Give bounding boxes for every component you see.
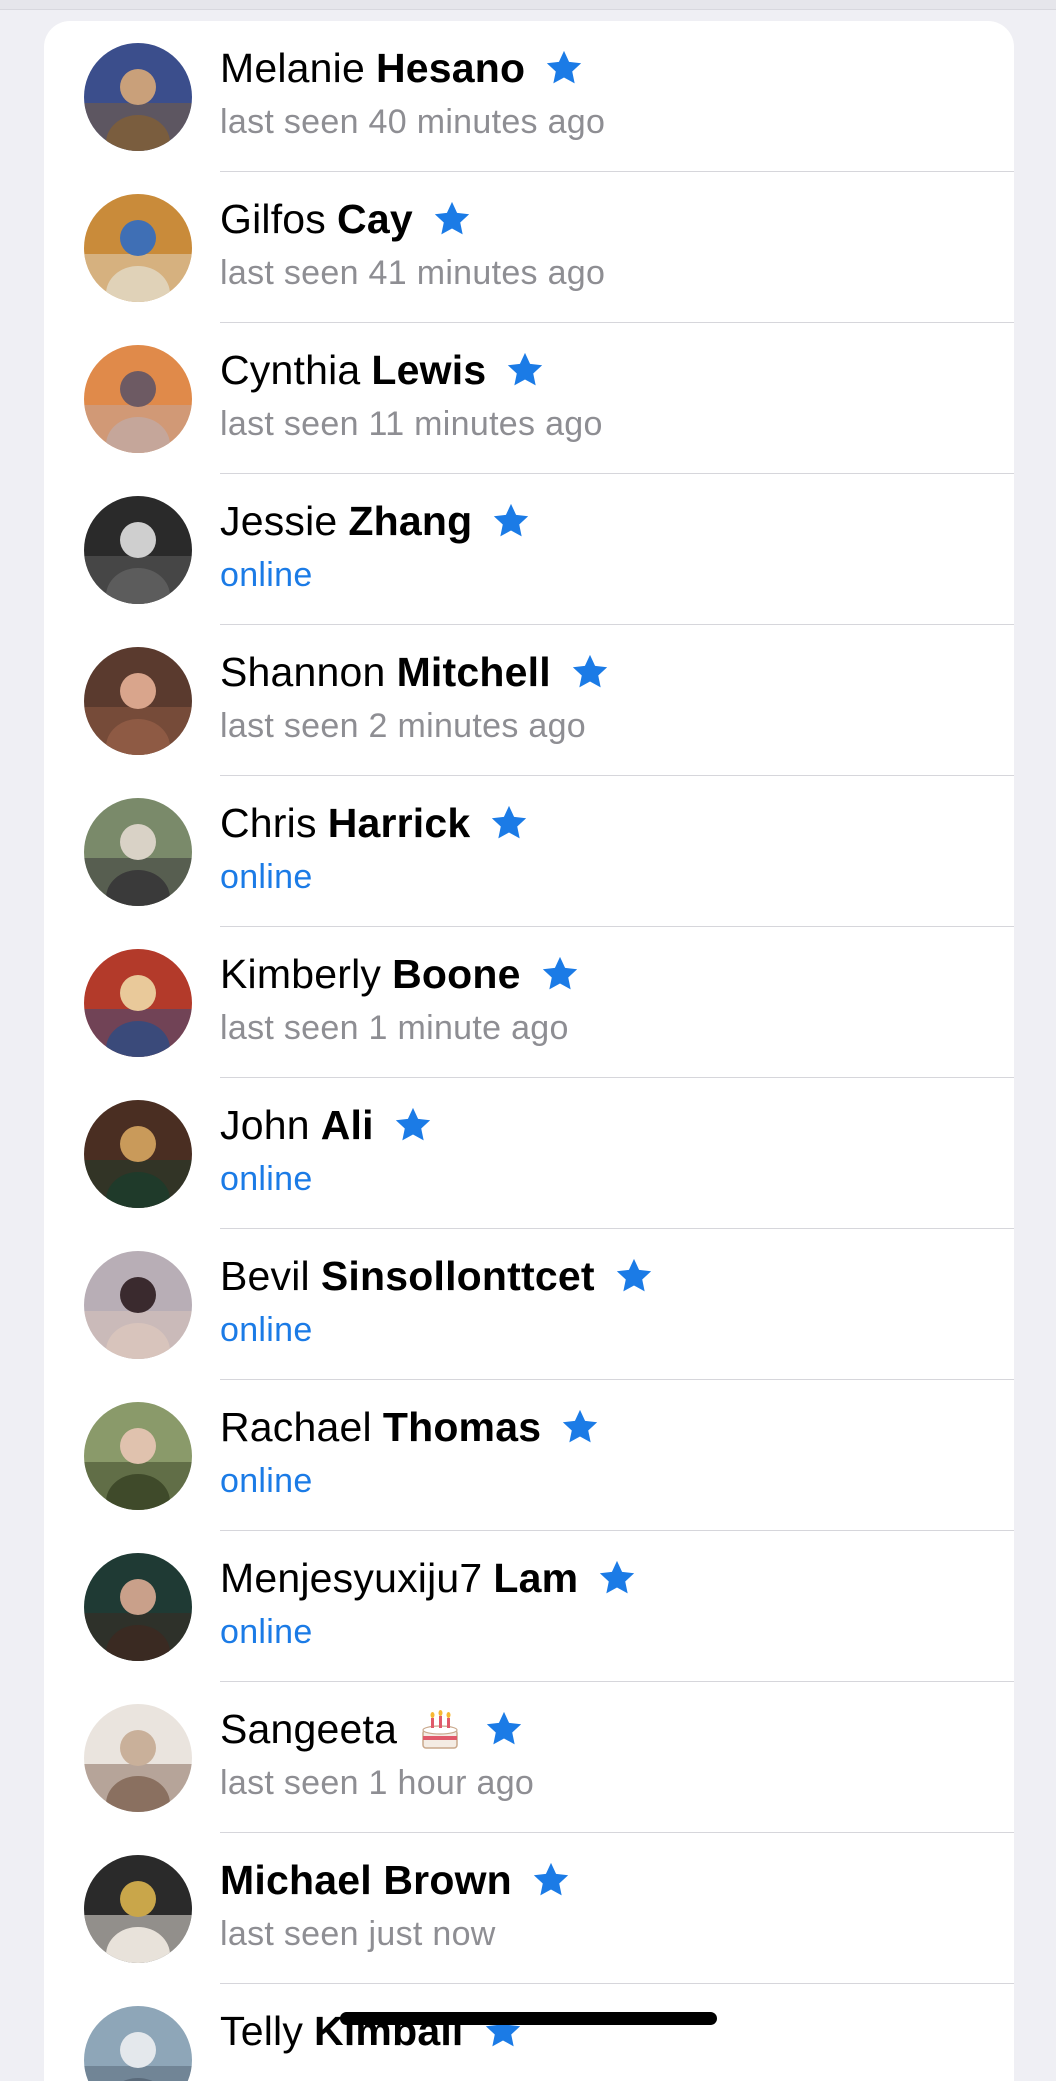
last-name: Zhang <box>348 497 473 544</box>
online-status: online <box>220 556 313 594</box>
last-name: Mitchell <box>396 648 551 695</box>
avatar[interactable] <box>84 2006 192 2081</box>
avatar[interactable] <box>84 1553 192 1661</box>
star-icon <box>569 651 611 693</box>
avatar[interactable] <box>84 1855 192 1963</box>
last-name: Hesano <box>375 44 526 91</box>
first-name: Bevil <box>220 1252 310 1299</box>
last-name: Michael Brown <box>220 1856 512 1903</box>
avatar[interactable] <box>84 798 192 906</box>
first-name: Sangeeta <box>220 1705 398 1752</box>
first-name: Shannon <box>220 648 386 695</box>
last-name: Lewis <box>371 346 487 393</box>
contact-row[interactable]: Menjesyuxiju7 Lam online <box>44 1531 1014 1682</box>
contact-row[interactable]: Bevil Sinsollonttcet online <box>44 1229 1014 1380</box>
contact-row[interactable]: Telly Kimball <box>44 1984 1014 2081</box>
star-icon <box>530 1859 572 1901</box>
contact-name: Jessie Zhang <box>220 497 532 545</box>
star-icon <box>392 1104 434 1146</box>
star-icon <box>488 802 530 844</box>
last-seen-status: last seen 41 minutes ago <box>220 254 606 292</box>
avatar[interactable] <box>84 496 192 604</box>
avatar[interactable] <box>84 1402 192 1510</box>
contact-name: Cynthia Lewis <box>220 346 546 394</box>
avatar[interactable] <box>84 1100 192 1208</box>
contact-row[interactable]: John Ali online <box>44 1078 1014 1229</box>
star-icon <box>483 1708 525 1750</box>
star-icon <box>613 1255 655 1297</box>
first-name: Menjesyuxiju7 <box>220 1554 483 1601</box>
cake-icon <box>415 1706 465 1752</box>
star-icon <box>543 47 585 89</box>
first-name: John <box>220 1101 310 1148</box>
contact-name: Gilfos Cay <box>220 195 473 243</box>
contact-name: Chris Harrick <box>220 799 530 847</box>
contact-row[interactable]: Chris Harrick online <box>44 776 1014 927</box>
last-seen-status: last seen just now <box>220 1915 496 1953</box>
first-name: Melanie <box>220 44 365 91</box>
star-icon <box>539 953 581 995</box>
last-name: Cay <box>337 195 413 242</box>
contact-row[interactable]: Kimberly Boone last seen 1 minute ago <box>44 927 1014 1078</box>
avatar[interactable] <box>84 1251 192 1359</box>
top-separator <box>0 0 1056 10</box>
first-name: Telly <box>220 2007 304 2054</box>
star-icon <box>504 349 546 391</box>
contact-row[interactable]: Jessie Zhang online <box>44 474 1014 625</box>
contact-row[interactable]: Gilfos Cay last seen 41 minutes ago <box>44 172 1014 323</box>
home-indicator[interactable] <box>340 2012 717 2025</box>
contact-name: Sangeeta <box>220 1705 525 1753</box>
avatar[interactable] <box>84 43 192 151</box>
first-name: Jessie <box>220 497 338 544</box>
contact-name: Menjesyuxiju7 Lam <box>220 1554 638 1602</box>
online-status: online <box>220 1160 313 1198</box>
contacts-list[interactable]: Melanie Hesano last seen 40 minutes ago Gil… <box>44 21 1014 2081</box>
online-status: online <box>220 1613 313 1651</box>
first-name: Rachael <box>220 1403 372 1450</box>
star-icon <box>490 500 532 542</box>
star-icon <box>559 1406 601 1448</box>
contact-row[interactable]: Michael Brown last seen just now <box>44 1833 1014 1984</box>
online-status: online <box>220 1462 313 1500</box>
last-name: Sinsollonttcet <box>320 1252 595 1299</box>
last-name: Boone <box>392 950 521 997</box>
last-seen-status: last seen 40 minutes ago <box>220 103 606 141</box>
contact-name: Bevil Sinsollonttcet <box>220 1252 655 1300</box>
contact-row[interactable]: Sangeeta last seen 1 hour ago <box>44 1682 1014 1833</box>
first-name: Kimberly <box>220 950 382 997</box>
first-name: Gilfos <box>220 195 327 242</box>
avatar[interactable] <box>84 194 192 302</box>
last-seen-status: last seen 2 minutes ago <box>220 707 587 745</box>
contact-row[interactable]: Melanie Hesano last seen 40 minutes ago <box>44 21 1014 172</box>
last-seen-status: last seen 1 hour ago <box>220 1764 535 1802</box>
last-seen-status: last seen 11 minutes ago <box>220 405 603 443</box>
last-name: Harrick <box>327 799 471 846</box>
avatar[interactable] <box>84 647 192 755</box>
online-status: online <box>220 858 313 896</box>
avatar[interactable] <box>84 345 192 453</box>
contact-row[interactable]: Cynthia Lewis last seen 11 minutes ago <box>44 323 1014 474</box>
last-name: Lam <box>493 1554 579 1601</box>
avatar[interactable] <box>84 949 192 1057</box>
contact-name: Rachael Thomas <box>220 1403 601 1451</box>
contact-name: Shannon Mitchell <box>220 648 611 696</box>
first-name: Chris <box>220 799 317 846</box>
first-name: Cynthia <box>220 346 361 393</box>
last-name: Ali <box>320 1101 374 1148</box>
contact-name: Michael Brown <box>220 1856 572 1904</box>
contact-row[interactable]: Rachael Thomas online <box>44 1380 1014 1531</box>
star-icon <box>431 198 473 240</box>
last-name: Thomas <box>382 1403 542 1450</box>
contact-name: John Ali <box>220 1101 434 1149</box>
star-icon <box>596 1557 638 1599</box>
online-status: online <box>220 1311 313 1349</box>
avatar[interactable] <box>84 1704 192 1812</box>
contact-name: Melanie Hesano <box>220 44 585 92</box>
contact-row[interactable]: Shannon Mitchell last seen 2 minutes ago <box>44 625 1014 776</box>
contact-name: Kimberly Boone <box>220 950 581 998</box>
last-seen-status: last seen 1 minute ago <box>220 1009 569 1047</box>
